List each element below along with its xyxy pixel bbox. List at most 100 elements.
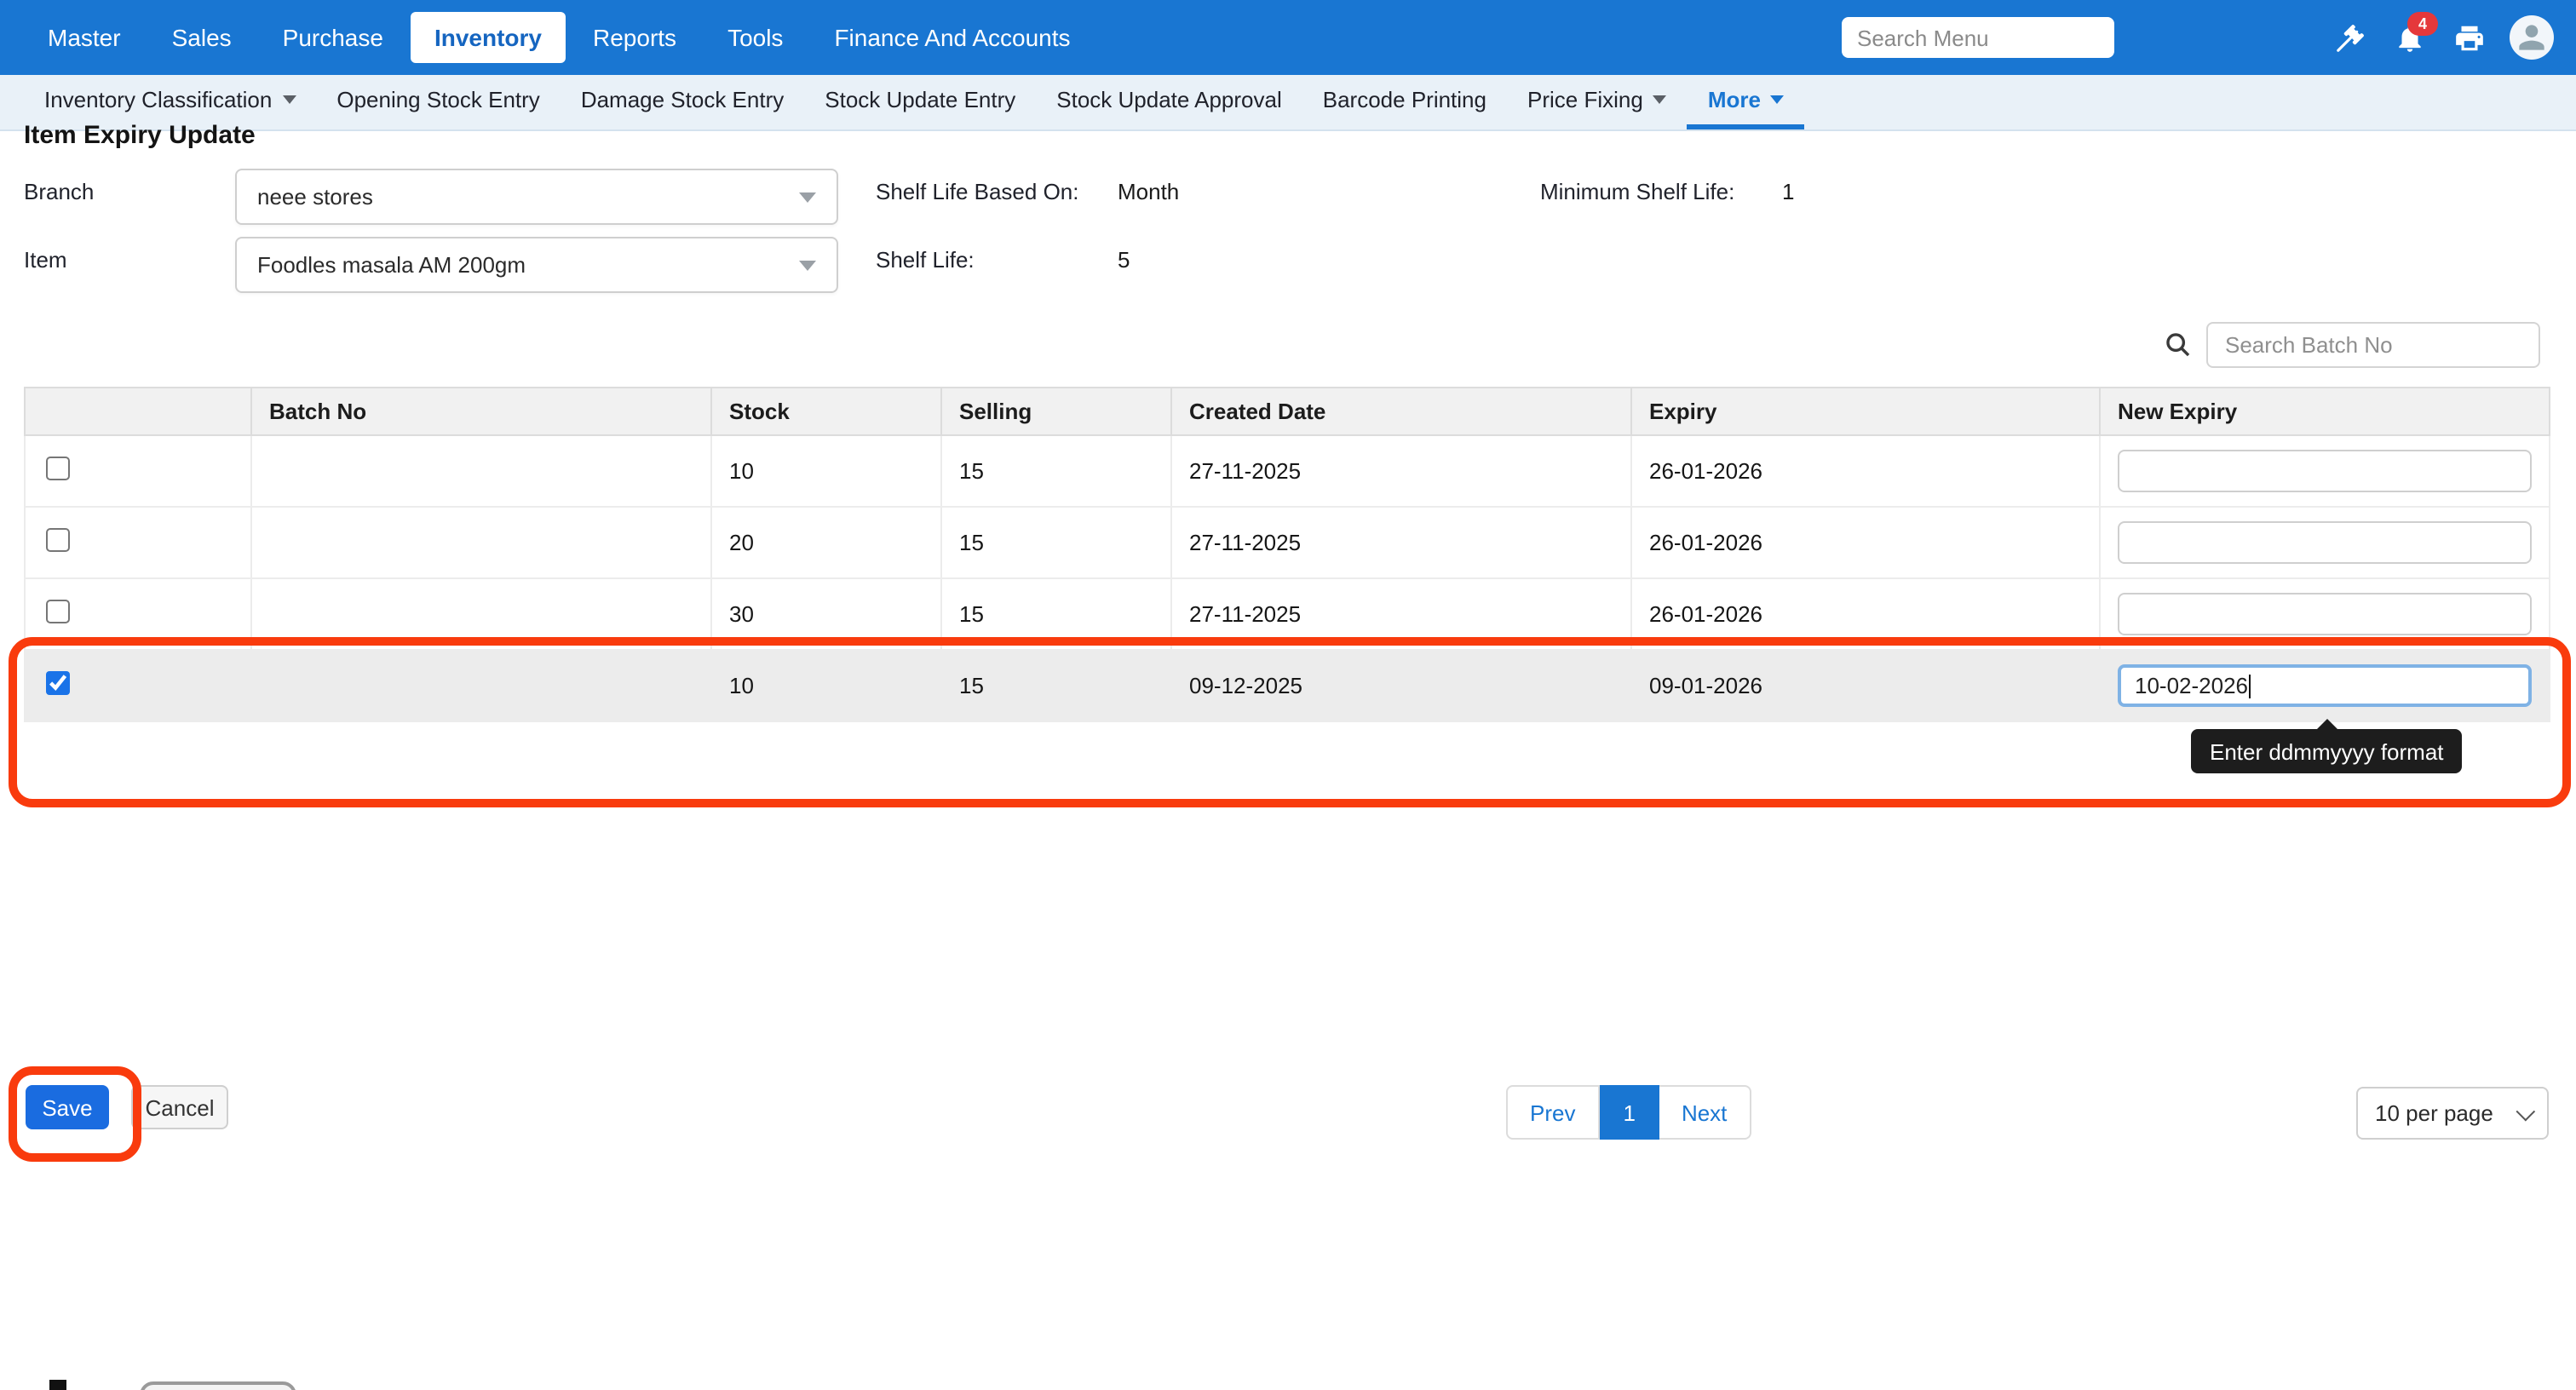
subnav-label: Price Fixing xyxy=(1527,87,1643,112)
table-header-row: Batch No Stock Selling Created Date Expi… xyxy=(25,388,2550,435)
cell-batch-no xyxy=(251,435,711,507)
user-avatar[interactable] xyxy=(2510,15,2554,60)
cell-selling: 15 xyxy=(941,650,1171,721)
item-label: Item xyxy=(24,247,67,273)
pagination-prev-button[interactable]: Prev xyxy=(1506,1085,1599,1140)
text-cursor xyxy=(2249,674,2251,698)
item-select-value: Foodles masala AM 200gm xyxy=(257,252,526,278)
printer-icon[interactable] xyxy=(2450,19,2487,56)
subnav-opening-stock-entry[interactable]: Opening Stock Entry xyxy=(316,75,560,129)
subnav-damage-stock-entry[interactable]: Damage Stock Entry xyxy=(561,75,804,129)
tooltip-text: Enter ddmmyyyy format xyxy=(2210,738,2444,764)
cell-batch-no xyxy=(251,507,711,578)
search-icon[interactable] xyxy=(2164,330,2193,359)
cell-created-date: 27-11-2025 xyxy=(1171,435,1631,507)
pagination-next-button[interactable]: Next xyxy=(1659,1085,1751,1140)
batch-table: Batch No Stock Selling Created Date Expi… xyxy=(24,387,2550,722)
chevron-down-icon xyxy=(2516,1101,2536,1121)
table-row: 10 15 27-11-2025 26-01-2026 xyxy=(25,435,2550,507)
nav-sales[interactable]: Sales xyxy=(148,12,256,63)
minimum-shelf-life-value: 1 xyxy=(1782,179,1794,204)
subnav-stock-update-approval[interactable]: Stock Update Approval xyxy=(1036,75,1302,129)
shelf-life-based-on-value: Month xyxy=(1118,179,1179,204)
new-expiry-input[interactable] xyxy=(2118,521,2532,564)
top-navbar: Master Sales Purchase Inventory Reports … xyxy=(0,0,2576,75)
notification-badge: 4 xyxy=(2407,12,2438,36)
subnav-label: Barcode Printing xyxy=(1323,87,1486,112)
minimum-shelf-life-label: Minimum Shelf Life: xyxy=(1540,179,1734,204)
gavel-icon[interactable] xyxy=(2331,19,2368,56)
top-menu: Master Sales Purchase Inventory Reports … xyxy=(0,12,1095,63)
nav-tools[interactable]: Tools xyxy=(704,12,807,63)
pagination-page-1[interactable]: 1 xyxy=(1599,1085,1659,1140)
item-select[interactable]: Foodles masala AM 200gm xyxy=(235,237,838,293)
table-row: 30 15 27-11-2025 26-01-2026 xyxy=(25,578,2550,650)
batch-search-input[interactable] xyxy=(2206,322,2540,368)
cell-stock: 10 xyxy=(711,435,941,507)
row-checkbox[interactable] xyxy=(46,528,70,552)
subnav-price-fixing[interactable]: Price Fixing xyxy=(1507,75,1688,129)
subnav-label: Inventory Classification xyxy=(44,87,272,112)
cell-batch-no xyxy=(251,578,711,650)
subnav-label: Stock Update Approval xyxy=(1056,87,1282,112)
nav-master[interactable]: Master xyxy=(24,12,145,63)
branch-select-value: neee stores xyxy=(257,184,373,210)
row-checkbox[interactable] xyxy=(46,457,70,480)
shelf-life-value: 5 xyxy=(1118,247,1130,273)
chevron-down-icon xyxy=(799,260,816,270)
shelf-life-label: Shelf Life: xyxy=(876,247,975,273)
menu-search-input[interactable] xyxy=(1842,17,2114,58)
per-page-select[interactable]: 10 per page xyxy=(2356,1087,2549,1140)
inventory-subnav: Inventory Classification Opening Stock E… xyxy=(0,75,2576,131)
row-checkbox[interactable] xyxy=(46,600,70,623)
save-button[interactable]: Save xyxy=(26,1085,109,1129)
subnav-stock-update-entry[interactable]: Stock Update Entry xyxy=(804,75,1036,129)
cell-expiry: 26-01-2026 xyxy=(1631,507,2100,578)
cell-selling: 15 xyxy=(941,578,1171,650)
nav-purchase[interactable]: Purchase xyxy=(259,12,407,63)
format-tooltip: Enter ddmmyyyy format xyxy=(2191,729,2463,773)
cell-selling: 15 xyxy=(941,435,1171,507)
new-expiry-input-focused[interactable] xyxy=(2118,664,2532,707)
cell-stock: 10 xyxy=(711,650,941,721)
cell-created-date: 27-11-2025 xyxy=(1171,578,1631,650)
header-expiry: Expiry xyxy=(1631,388,2100,435)
new-expiry-input[interactable] xyxy=(2118,450,2532,492)
batch-search xyxy=(2164,322,2540,368)
subnav-barcode-printing[interactable]: Barcode Printing xyxy=(1302,75,1507,129)
pagination: Prev 1 Next xyxy=(1506,1085,1751,1140)
nav-reports[interactable]: Reports xyxy=(569,12,700,63)
topbar-icons: 4 xyxy=(2331,0,2554,75)
new-expiry-input[interactable] xyxy=(2118,593,2532,635)
chevron-down-icon xyxy=(1771,95,1785,104)
branch-label: Branch xyxy=(24,179,94,204)
subnav-label: Damage Stock Entry xyxy=(581,87,784,112)
subnav-label: More xyxy=(1708,87,1761,112)
chevron-down-icon xyxy=(799,192,816,202)
cell-expiry: 09-01-2026 xyxy=(1631,650,2100,721)
header-created-date: Created Date xyxy=(1171,388,1631,435)
branch-select[interactable]: neee stores xyxy=(235,169,838,225)
row-checkbox[interactable] xyxy=(46,671,70,695)
cancel-button[interactable]: Cancel xyxy=(131,1085,228,1129)
shelf-life-based-on-label: Shelf Life Based On: xyxy=(876,179,1079,204)
cutoff-element xyxy=(49,1380,66,1390)
cell-created-date: 27-11-2025 xyxy=(1171,507,1631,578)
notifications-bell-icon[interactable]: 4 xyxy=(2390,19,2428,56)
table-row: 20 15 27-11-2025 26-01-2026 xyxy=(25,507,2550,578)
cell-expiry: 26-01-2026 xyxy=(1631,578,2100,650)
cell-selling: 15 xyxy=(941,507,1171,578)
table-row-selected: 10 15 09-12-2025 09-01-2026 xyxy=(25,650,2550,721)
nav-inventory[interactable]: Inventory xyxy=(411,12,566,63)
nav-finance-and-accounts[interactable]: Finance And Accounts xyxy=(810,12,1094,63)
subnav-label: Opening Stock Entry xyxy=(336,87,539,112)
tooltip-arrow-icon xyxy=(2316,719,2337,729)
header-selling: Selling xyxy=(941,388,1171,435)
chevron-down-icon xyxy=(1653,95,1667,104)
subnav-more[interactable]: More xyxy=(1688,75,1805,129)
subnav-label: Stock Update Entry xyxy=(825,87,1015,112)
header-new-expiry: New Expiry xyxy=(2100,388,2550,435)
cell-batch-no xyxy=(251,650,711,721)
cell-expiry: 26-01-2026 xyxy=(1631,435,2100,507)
header-checkbox xyxy=(25,388,251,435)
